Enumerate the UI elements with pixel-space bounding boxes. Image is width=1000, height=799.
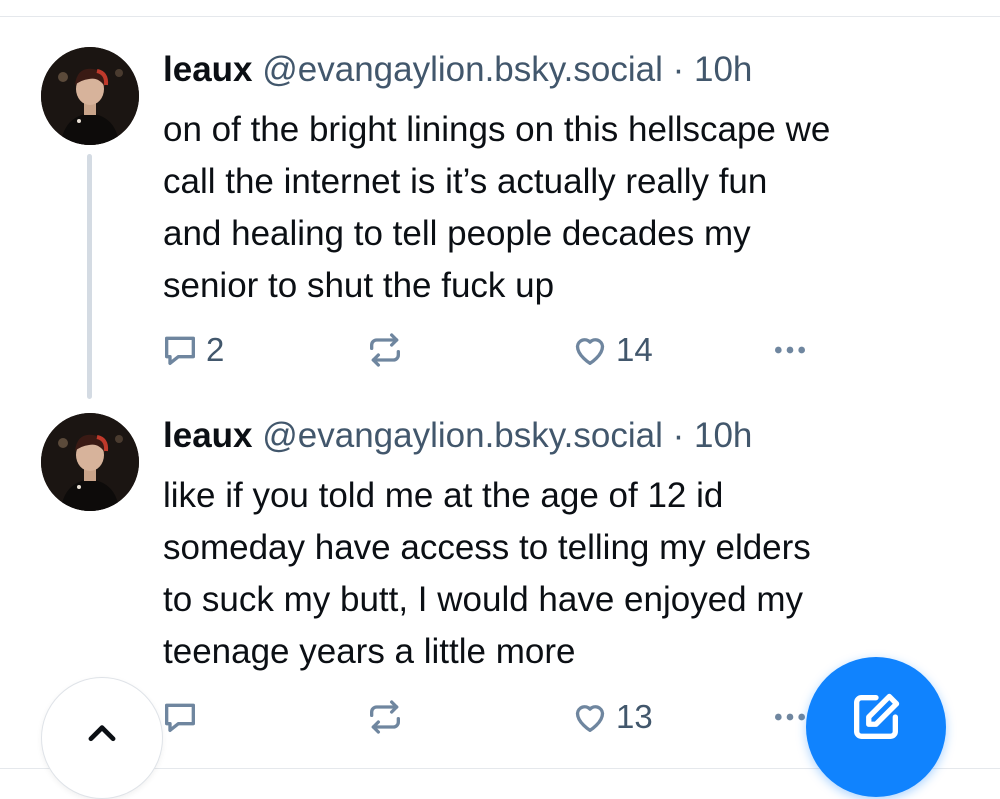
heart-icon xyxy=(575,338,605,365)
post-text: on of the bright linings on this hellsca… xyxy=(163,110,831,305)
reply-icon xyxy=(165,703,195,732)
scroll-to-top-button[interactable] xyxy=(41,677,163,799)
avatar-image xyxy=(41,47,139,145)
post-header: leaux @evangaylion.bsky.social · 10h xyxy=(163,416,752,456)
reply-count: 2 xyxy=(206,331,225,368)
separator: · xyxy=(672,416,685,455)
like-count: 13 xyxy=(616,698,653,735)
post-text: like if you told me at the age of 12 id … xyxy=(163,476,811,671)
author-name[interactable]: leaux xyxy=(163,416,253,455)
more-button[interactable] xyxy=(770,328,810,372)
repost-icon xyxy=(370,333,400,367)
thread-line xyxy=(87,154,92,399)
repost-button[interactable] xyxy=(365,695,411,739)
like-button[interactable]: 13 xyxy=(570,695,653,739)
author-avatar[interactable] xyxy=(41,47,139,145)
more-icon xyxy=(775,713,805,721)
avatar-image xyxy=(41,413,139,511)
post-actions: 2 14 xyxy=(160,328,840,372)
more-icon xyxy=(775,346,805,354)
reply-button[interactable]: 2 xyxy=(160,328,224,372)
compose-button[interactable] xyxy=(806,657,946,797)
author-avatar[interactable] xyxy=(41,413,139,511)
post-time[interactable]: 10h xyxy=(694,50,752,89)
repost-icon xyxy=(370,700,400,734)
more-button[interactable] xyxy=(770,695,810,739)
like-button[interactable]: 14 xyxy=(570,328,653,372)
author-handle[interactable]: @evangaylion.bsky.social xyxy=(262,50,663,89)
heart-icon xyxy=(575,705,605,732)
chevron-up-icon xyxy=(88,725,116,742)
repost-button[interactable] xyxy=(365,328,411,372)
top-divider xyxy=(0,16,1000,17)
post-header: leaux @evangaylion.bsky.social · 10h xyxy=(163,50,752,90)
author-name[interactable]: leaux xyxy=(163,50,253,89)
like-count: 14 xyxy=(616,331,653,368)
post-time[interactable]: 10h xyxy=(694,416,752,455)
post-actions: 13 xyxy=(160,695,840,739)
author-handle[interactable]: @evangaylion.bsky.social xyxy=(262,416,663,455)
reply-icon xyxy=(165,336,195,365)
separator: · xyxy=(672,50,685,89)
compose-icon xyxy=(854,693,900,739)
reply-button[interactable] xyxy=(160,695,206,739)
